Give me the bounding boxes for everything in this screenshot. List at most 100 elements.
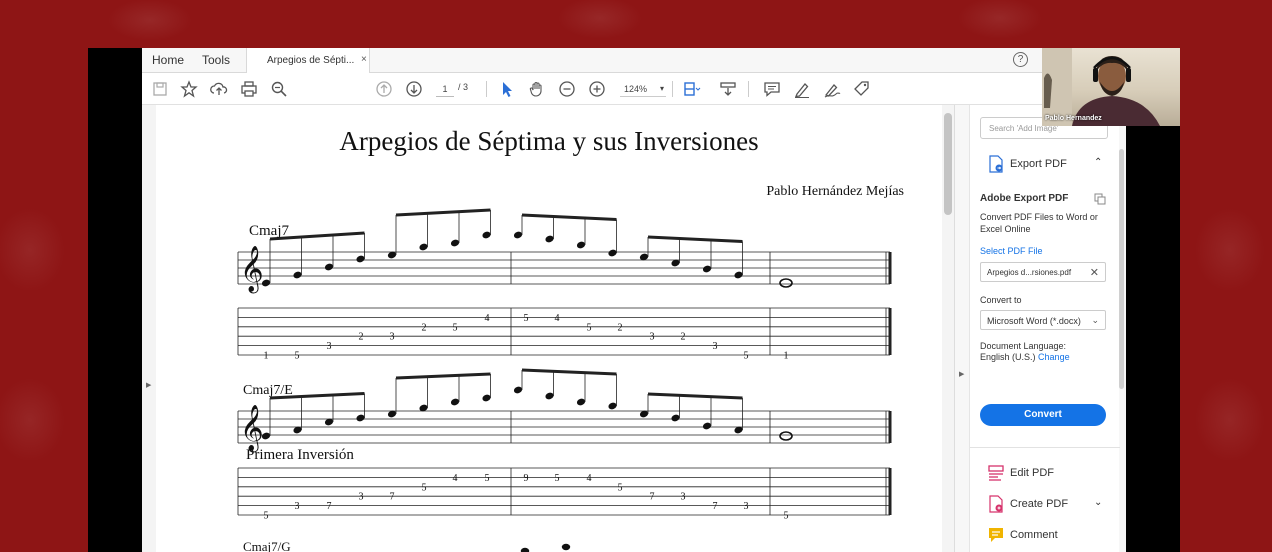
note-head (608, 402, 617, 410)
selected-file-field[interactable]: Arpegios d...rsiones.pdf ✕ (980, 262, 1106, 282)
note-head (576, 241, 586, 249)
document-tab-label: Arpegios de Sépti... (267, 55, 355, 66)
tab-tools[interactable]: Tools (202, 53, 230, 67)
page-number-input[interactable]: 1 (436, 81, 454, 97)
hand-tool-icon[interactable] (527, 79, 547, 99)
previous-page-icon[interactable] (374, 79, 394, 99)
pane-collapse-icon[interactable]: ▶ (959, 370, 964, 378)
note-head (293, 271, 302, 279)
convert-button[interactable]: Convert (980, 404, 1106, 426)
document-scrollbar[interactable] (944, 113, 952, 215)
highlight-pen-icon[interactable] (792, 79, 812, 99)
select-pdf-link[interactable]: Select PDF File (980, 246, 1043, 256)
remove-file-icon[interactable]: ✕ (1090, 266, 1099, 279)
tab-number: 3 (390, 332, 395, 343)
tab-number: 5 (587, 322, 592, 333)
note-beam (521, 368, 617, 376)
adobe-export-description: Convert PDF Files to Word or Excel Onlin… (980, 212, 1098, 234)
comment-icon[interactable] (762, 79, 782, 99)
pdf-page: Arpegios de Séptima y sus Inversiones Pa… (156, 105, 942, 552)
tab-number: 3 (295, 501, 300, 512)
zoom-level-value: 124% (624, 84, 648, 94)
upload-cloud-icon[interactable] (209, 79, 229, 99)
zoom-in-icon[interactable] (587, 79, 607, 99)
note-head (482, 394, 491, 402)
tab-number: 5 (618, 482, 623, 493)
tools-pane-content: Search 'Add Image' Export PDF ⌃ Adobe Ex… (969, 105, 1120, 552)
export-pdf-tool[interactable]: Export PDF ⌃ (970, 151, 1120, 177)
tab-number: 5 (555, 473, 560, 484)
note-head (576, 398, 586, 406)
tab-number: 5 (295, 351, 300, 362)
change-language-link[interactable]: Change (1038, 352, 1070, 362)
presenter-name: Pablo Hernandez (1045, 115, 1102, 122)
draw-freehand-icon[interactable] (822, 79, 842, 99)
comment-tool-icon (989, 528, 1003, 542)
scroll-mode-icon[interactable] (718, 79, 738, 99)
tab-number: 1 (784, 351, 789, 362)
export-info-icon[interactable] (1094, 193, 1106, 205)
export-pdf-icon (989, 155, 1003, 173)
tab-number: 7 (650, 492, 655, 503)
zoom-out-icon[interactable] (557, 79, 577, 99)
edit-pdf-label: Edit PDF (1010, 467, 1055, 479)
save-icon[interactable] (150, 79, 170, 99)
treble-clef: 𝄞 (240, 246, 264, 294)
tab-number: 2 (422, 322, 427, 333)
edit-pdf-tool[interactable]: Edit PDF (970, 460, 1120, 486)
note-head (513, 386, 523, 394)
stamp-tag-icon[interactable] (852, 79, 872, 99)
music-staff: 𝄞 (237, 208, 892, 356)
tab-number: 1 (264, 351, 269, 362)
chevron-down-icon: ▾ (659, 84, 664, 93)
adobe-export-title: Adobe Export PDF (980, 193, 1069, 204)
tab-number: 2 (618, 322, 623, 333)
zoom-search-icon[interactable] (269, 79, 289, 99)
chord-symbol: Cmaj7 (249, 223, 289, 239)
pane-divider (970, 447, 1120, 448)
zoom-level-select[interactable]: 124% ▾ (620, 81, 666, 97)
left-panel-toggle-icon[interactable]: ▶ (146, 381, 151, 389)
main-toolbar: 1 / 3 124% ▾ (142, 73, 1126, 105)
tab-bar: Home Tools Arpegios de Sépti... × ? (142, 48, 1126, 73)
format-select[interactable]: Microsoft Word (*.docx) ⌄ (980, 310, 1106, 330)
right-letterbox (1126, 120, 1180, 552)
tab-number: 2 (681, 332, 686, 343)
print-icon[interactable] (239, 79, 259, 99)
note-head (702, 265, 712, 273)
tab-number: 3 (650, 332, 655, 343)
help-icon[interactable]: ? (1013, 52, 1028, 67)
tab-home[interactable]: Home (152, 53, 184, 67)
tab-number: 5 (784, 511, 789, 522)
note-head (513, 231, 523, 239)
pane-scrollbar[interactable] (1119, 149, 1124, 389)
note-beam (521, 213, 617, 221)
select-cursor-icon[interactable] (497, 79, 517, 99)
note-head (324, 263, 334, 271)
whole-note (779, 278, 793, 288)
tablature-numbers: 5 3 7 3 7 5 4 5 9 5 4 5 7 3 7 3 5 (264, 473, 789, 522)
toolbar-divider (486, 81, 487, 97)
tab-number: 5 (264, 511, 269, 522)
chevron-down-icon[interactable]: ⌄ (1094, 497, 1102, 508)
document-viewport[interactable]: ▶ Arpegios de Séptima y sus Inversiones … (142, 105, 954, 552)
page-fit-icon[interactable] (682, 79, 702, 99)
edit-pdf-icon (988, 465, 1004, 481)
note-head (702, 422, 712, 430)
next-page-icon[interactable] (404, 79, 424, 99)
chevron-up-icon[interactable]: ⌃ (1094, 157, 1102, 168)
create-pdf-tool[interactable]: Create PDF ⌄ (970, 491, 1120, 517)
page-total: / 3 (458, 82, 469, 92)
note-head (450, 239, 460, 247)
tab-number: 7 (390, 492, 395, 503)
selected-file-name: Arpegios d...rsiones.pdf (987, 268, 1072, 277)
tab-number: 3 (359, 492, 364, 503)
tab-number: 9 (524, 473, 529, 484)
comment-tool[interactable]: Comment (970, 522, 1120, 548)
note-head (561, 543, 571, 551)
tab-number: 5 (524, 313, 529, 324)
tab-document[interactable]: Arpegios de Sépti... × (246, 48, 370, 73)
close-tab-icon[interactable]: × (361, 54, 367, 65)
chevron-down-icon: ⌄ (1091, 315, 1099, 325)
bookmark-star-icon[interactable] (179, 79, 199, 99)
